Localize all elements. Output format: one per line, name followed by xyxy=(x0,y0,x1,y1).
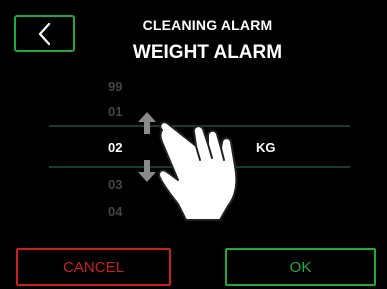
screen-title: WEIGHT ALARM xyxy=(132,42,283,63)
picker-value-prev1[interactable]: 01 xyxy=(108,104,122,119)
unit-label: KG xyxy=(256,140,276,155)
picker-value-selected[interactable]: 02 xyxy=(108,140,122,155)
picker-value-next1[interactable]: 03 xyxy=(108,177,122,192)
picker-value-next2[interactable]: 04 xyxy=(108,204,122,219)
arrow-up-icon xyxy=(138,112,156,134)
screen-subtitle: CLEANING ALARM xyxy=(142,17,273,33)
ok-button[interactable]: OK xyxy=(225,248,376,286)
picker-value-prev2[interactable]: 99 xyxy=(108,79,122,94)
pointing-hand-icon xyxy=(158,121,238,221)
arrow-down-icon xyxy=(138,160,156,182)
cancel-button[interactable]: CANCEL xyxy=(16,248,171,286)
